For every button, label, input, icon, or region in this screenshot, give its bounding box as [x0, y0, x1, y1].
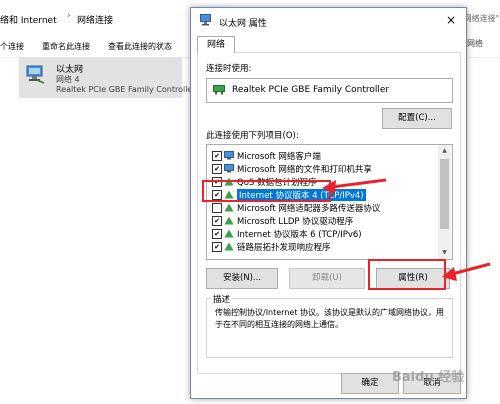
list-item[interactable]: ✔ 链路层拓扑发现响应程序: [207, 240, 437, 253]
connect-using-label: 连接时使用:: [206, 64, 252, 74]
client-icon: [224, 164, 234, 173]
adapter-display-name: Realtek PCIe GBE Family Controller: [232, 85, 390, 95]
breadcrumb-chevron-icon: ›: [67, 11, 71, 21]
checkbox[interactable]: ✔: [212, 229, 222, 239]
checkbox[interactable]: ✔: [212, 151, 222, 161]
list-scrollbar[interactable]: ▲ ▼: [438, 145, 451, 259]
description-title: 描述: [211, 293, 233, 305]
breadcrumb-network-internet[interactable]: 络和 Internet: [0, 13, 57, 26]
protocol-icon: [224, 203, 234, 212]
command-disable[interactable]: 个连接: [0, 41, 24, 52]
uninstall-button[interactable]: 卸载(U): [289, 268, 365, 289]
configure-button[interactable]: 配置(C)...: [382, 108, 452, 129]
list-item[interactable]: Microsoft 网络适配器多路传送器协议: [207, 201, 437, 214]
dialog-title: 以太网 属性: [219, 19, 267, 29]
command-view-status[interactable]: 查看此连接的状态: [108, 41, 172, 52]
sidebar-fragment: 网络: [467, 39, 483, 48]
ethernet-properties-dialog: 以太网 属性 × 网络 连接时使用: Realtek PCIe GBE Fami…: [190, 7, 467, 399]
items-label: 此连接使用下列项目(O):: [206, 131, 299, 141]
adapter-device: Realtek PCIe GBE Family Controller: [56, 85, 196, 94]
adapter-network: 网络 4: [56, 75, 80, 84]
annotation-box-properties: [368, 259, 446, 290]
scroll-down-icon[interactable]: ▼: [438, 247, 451, 259]
list-item[interactable]: ✔ Microsoft 网络客户端: [207, 149, 437, 162]
checkbox[interactable]: [212, 203, 222, 213]
list-item[interactable]: ✔ Internet 协议版本 6 (TCP/IPv6): [207, 227, 437, 240]
checkbox[interactable]: ✔: [212, 242, 222, 252]
list-item-label: 链路层拓扑发现响应程序: [237, 243, 331, 253]
breadcrumb-network-connections[interactable]: 网络连接: [77, 13, 113, 26]
dialog-titlebar[interactable]: 以太网 属性 ×: [191, 8, 466, 33]
scroll-up-icon[interactable]: ▲: [438, 145, 451, 157]
install-button[interactable]: 安装(N)...: [206, 268, 278, 289]
client-icon: [224, 151, 234, 160]
command-rename[interactable]: 重命名此连接: [42, 41, 90, 52]
red-arrow-icon: [442, 262, 491, 281]
list-item-label: Microsoft 网络客户端: [237, 152, 321, 162]
components-list[interactable]: ✔ Microsoft 网络客户端 ✔ Microsoft 网络的文件和打印机共…: [206, 144, 453, 260]
scroll-thumb[interactable]: [440, 159, 449, 229]
network-adapter-icon: [26, 65, 45, 84]
network-adapter-icon: [213, 85, 225, 95]
adapter-tile-ethernet[interactable]: 以太网 网络 4 Realtek PCIe GBE Family Control…: [19, 57, 196, 98]
annotation-box-ipv4: [202, 180, 331, 202]
list-item-label: Microsoft 网络适配器多路传送器协议: [237, 204, 381, 214]
list-item-label: Internet 协议版本 6 (TCP/IPv6): [237, 230, 362, 240]
close-icon[interactable]: ×: [443, 13, 459, 27]
list-item-label: Microsoft LLDP 协议驱动程序: [237, 217, 354, 227]
list-item[interactable]: ✔ Microsoft 网络的文件和打印机共享: [207, 162, 437, 175]
protocol-icon: [224, 229, 234, 238]
protocol-icon: [224, 216, 234, 225]
ok-button[interactable]: 确定: [341, 373, 399, 394]
network-icon: [200, 14, 211, 26]
tab-network[interactable]: 网络: [197, 36, 235, 53]
list-item-label: Microsoft 网络的文件和打印机共享: [237, 165, 372, 175]
red-arrow-icon: [322, 178, 387, 194]
watermark: Baidu 经验: [392, 370, 465, 385]
checkbox[interactable]: ✔: [212, 164, 222, 174]
list-item[interactable]: ✔ Microsoft LLDP 协议驱动程序: [207, 214, 437, 227]
protocol-icon: [224, 242, 234, 251]
description-text: 传输控制协议/Internet 协议。该协议是默认的广域网络协议，用于在不同的相…: [215, 308, 445, 329]
adapter-display: Realtek PCIe GBE Family Controller: [206, 78, 453, 103]
checkbox[interactable]: ✔: [212, 216, 222, 226]
